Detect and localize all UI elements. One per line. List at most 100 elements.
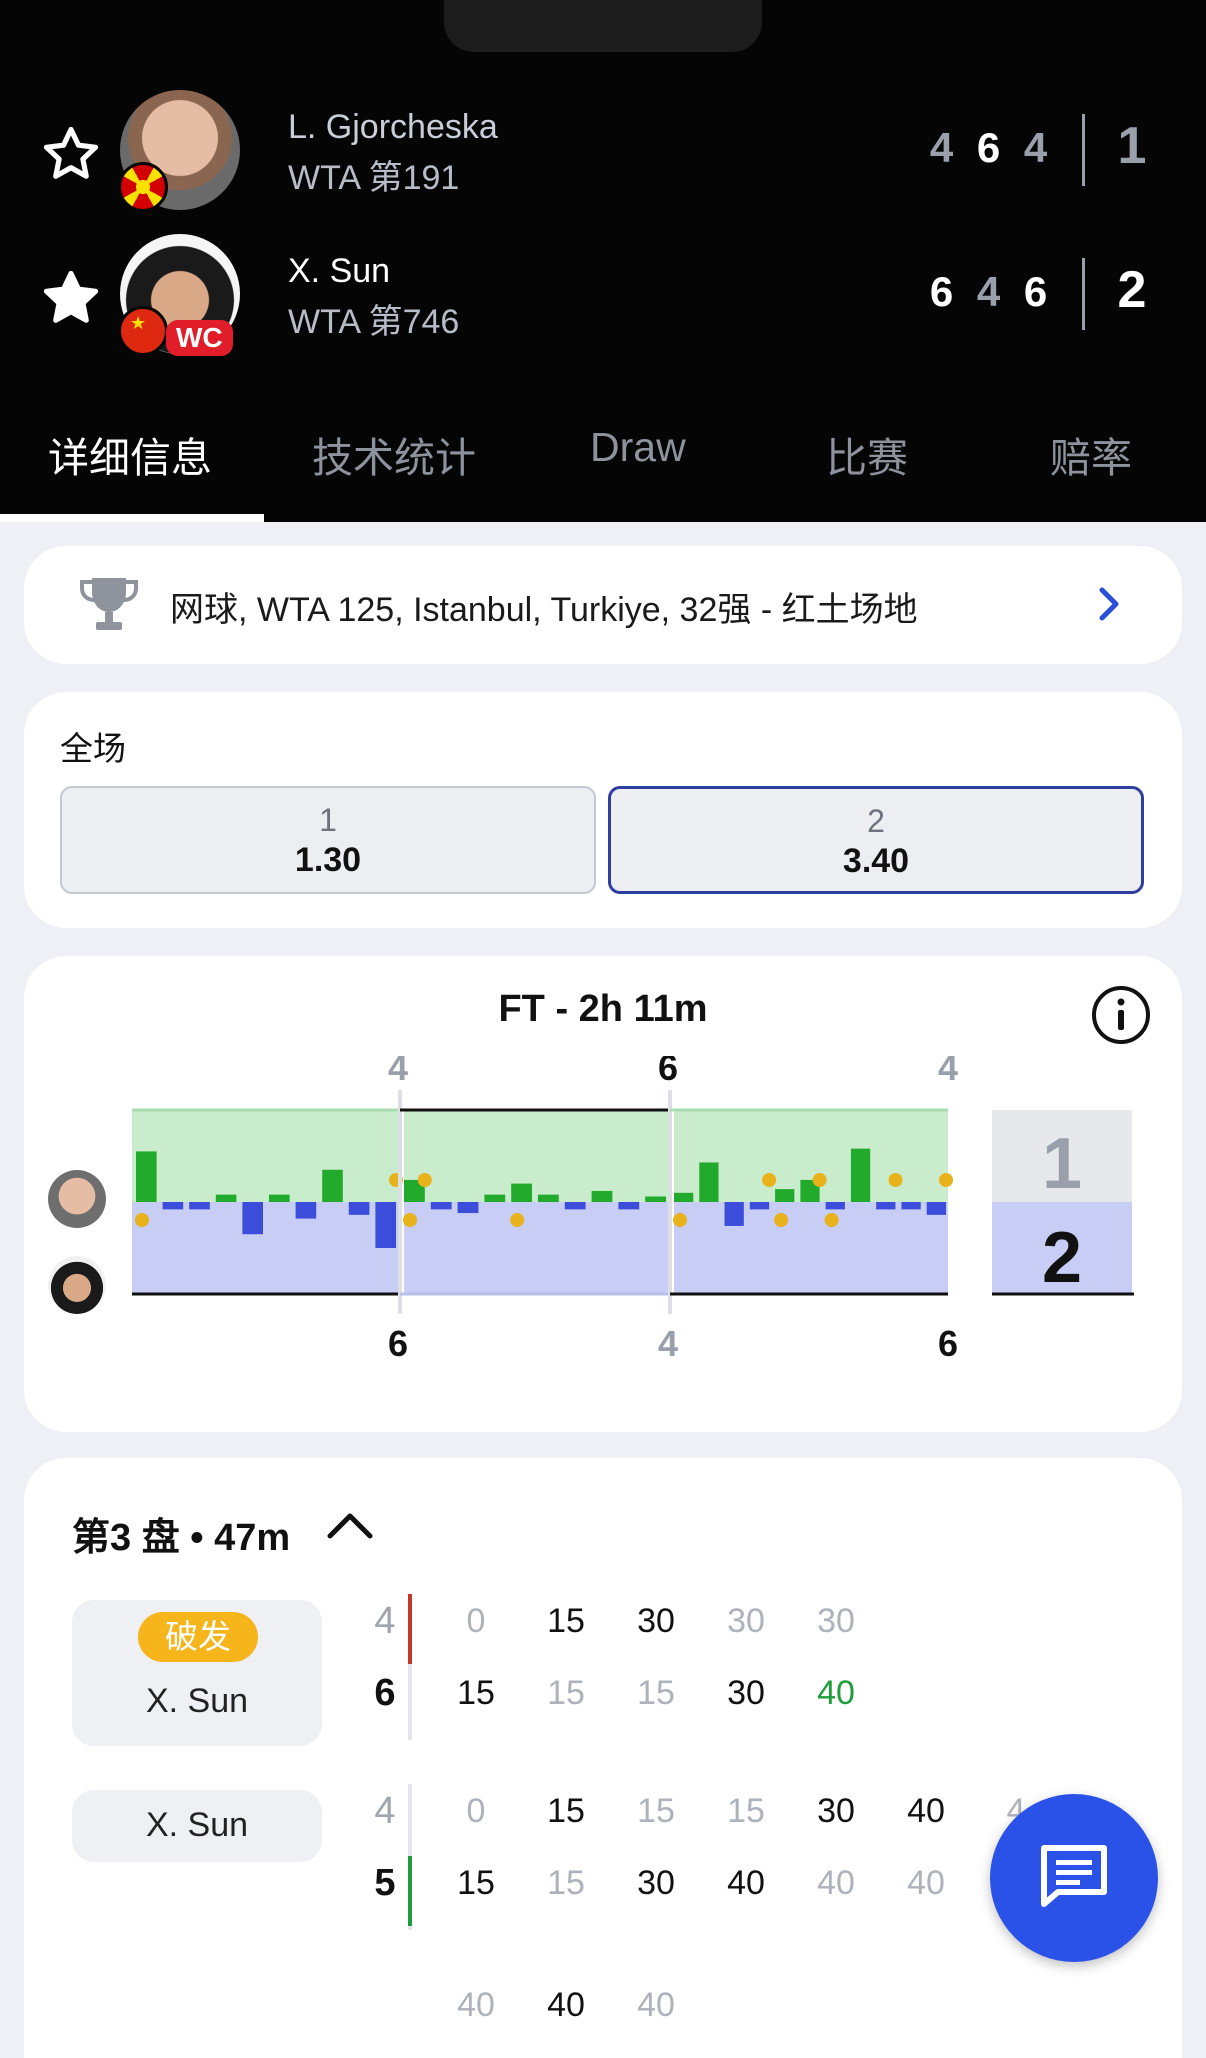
odds-value: 3.40: [842, 842, 910, 880]
odds-card: 全场 1 1.30 2 3.40: [24, 692, 1182, 928]
chat-button[interactable]: [990, 1794, 1158, 1962]
total-sets-top: 1: [1042, 1124, 1082, 1204]
set-score-top-label: 4: [388, 1056, 408, 1088]
game-score-top: 4: [374, 1600, 396, 1642]
server-name: X. Sun: [145, 1682, 249, 1720]
break-point-ball-icon: [812, 1173, 827, 1187]
point-score-bottom: 30: [727, 1674, 765, 1712]
favorite-star-filled-icon[interactable]: [40, 267, 102, 329]
point-score-top: 30: [817, 1792, 855, 1830]
point-score-top: 15: [727, 1792, 765, 1830]
match-duration: FT - 2h 11m: [498, 988, 708, 1030]
tab-draw[interactable]: Draw: [590, 424, 686, 471]
set-score: 6: [929, 268, 954, 315]
point-score-top: 30: [637, 1602, 675, 1640]
point-score-bottom: 15: [547, 1864, 585, 1902]
momentum-bar: [618, 1202, 640, 1210]
match-header: L. Gjorcheska WTA 第191 4 6 4 1 WC X. Sun…: [0, 0, 1206, 522]
set-score-bottom-label: 6: [388, 1323, 408, 1364]
score-divider: [1082, 258, 1085, 330]
momentum-bar: [189, 1202, 210, 1210]
point-score-bottom: 40: [817, 1674, 855, 1712]
status-pill: [444, 0, 762, 52]
momentum-bar: [136, 1151, 157, 1202]
point-score-top: 15: [547, 1602, 585, 1640]
player-rank: WTA 第746: [288, 303, 460, 341]
set-score-top-label: 6: [658, 1056, 678, 1088]
set-score: 4: [1023, 124, 1048, 171]
momentum-bar: [484, 1194, 506, 1202]
game-indicator-bar: [408, 1594, 412, 1664]
momentum-bar: [348, 1202, 370, 1215]
point-score-top: 0: [466, 1792, 486, 1830]
momentum-bar: [901, 1202, 921, 1210]
point-score-partial: 40: [457, 1986, 495, 2024]
momentum-bar: [375, 1202, 396, 1248]
momentum-bar: [674, 1192, 694, 1202]
chat-icon: [1041, 1845, 1107, 1907]
break-point-ball-icon: [417, 1173, 432, 1187]
odds-value: 1.30: [294, 841, 362, 879]
wildcard-badge: WC: [166, 320, 233, 356]
tab-details[interactable]: 详细信息: [48, 424, 212, 484]
momentum-bar: [162, 1202, 184, 1210]
momentum-bar: [430, 1202, 452, 1210]
favorite-star-outline-icon[interactable]: [40, 123, 102, 185]
break-point-ball-icon: [673, 1213, 687, 1227]
trophy-icon: [80, 578, 138, 630]
score-divider: [1082, 114, 1085, 186]
momentum-graph: 4 6 6 4 4 6 1 2: [132, 1056, 1134, 1364]
game-server-box: 破发 X. Sun: [72, 1600, 322, 1746]
point-score-bottom: 15: [457, 1674, 495, 1712]
momentum-bar: [775, 1189, 795, 1202]
set-1-bottom-area: [132, 1202, 398, 1294]
point-score-bottom: 15: [547, 1674, 585, 1712]
set-scores: 4 6 4: [918, 124, 1059, 172]
odds-label: 2: [867, 803, 885, 839]
game-score-bottom: 5: [374, 1862, 396, 1904]
point-score-bottom: 30: [637, 1864, 675, 1902]
player-row-2[interactable]: WC X. Sun WTA 第746 6 4 6 2: [0, 232, 1206, 362]
player-rank: WTA 第191: [288, 159, 460, 197]
info-icon[interactable]: [1090, 984, 1152, 1046]
tab-bar: 详细信息 技术统计 Draw 比赛 赔率: [0, 410, 1206, 522]
momentum-bar: [457, 1202, 479, 1214]
break-point-ball-icon: [939, 1173, 953, 1187]
break-point-ball-icon: [403, 1213, 417, 1227]
tab-odds[interactable]: 赔率: [1050, 424, 1132, 484]
point-score-top: 15: [547, 1792, 585, 1830]
odds-option-1[interactable]: 1 1.30: [60, 786, 596, 894]
point-score-bottom: 40: [817, 1864, 855, 1902]
momentum-bar: [724, 1202, 744, 1226]
momentum-bar: [242, 1202, 263, 1235]
tab-matches[interactable]: 比赛: [826, 424, 908, 484]
league-card[interactable]: 网球, WTA 125, Istanbul, Turkiye, 32强 - 红土…: [24, 546, 1182, 664]
momentum-bar: [591, 1190, 613, 1202]
point-score-bottom: 40: [907, 1864, 945, 1902]
point-score-top: 30: [817, 1602, 855, 1640]
break-point-ball-icon: [762, 1173, 777, 1187]
set-score-bottom-label: 6: [938, 1323, 958, 1364]
break-point-ball-icon: [135, 1213, 149, 1227]
point-score-partial: 40: [547, 1986, 585, 2024]
point-score-bottom: 15: [457, 1864, 495, 1902]
player-name: X. Sun: [288, 252, 391, 290]
chevron-up-icon[interactable]: [324, 1508, 376, 1544]
chevron-right-icon[interactable]: [1094, 584, 1124, 624]
set-1-top-area: [132, 1110, 398, 1202]
momentum-bar: [511, 1183, 532, 1202]
active-tab-indicator: [0, 514, 264, 522]
set-score: 6: [1023, 268, 1048, 315]
momentum-bar: [215, 1194, 237, 1202]
set-detail-card: 第3 盘 • 47m 破发 X. Sun X. Sun 4 6 0 15 30 30 30 1…: [24, 1458, 1182, 2058]
momentum-bar: [322, 1169, 343, 1202]
momentum-bar: [926, 1202, 946, 1215]
momentum-bar: [538, 1194, 559, 1202]
game-server-box: X. Sun: [72, 1790, 322, 1862]
odds-option-2[interactable]: 2 3.40: [608, 786, 1144, 894]
point-score-bottom: 15: [637, 1674, 675, 1712]
sets-total: 2: [1117, 261, 1147, 319]
tab-stats[interactable]: 技术统计: [312, 424, 476, 484]
point-score-top: 40: [907, 1792, 945, 1830]
player-row-1[interactable]: L. Gjorcheska WTA 第191 4 6 4 1: [0, 88, 1206, 218]
